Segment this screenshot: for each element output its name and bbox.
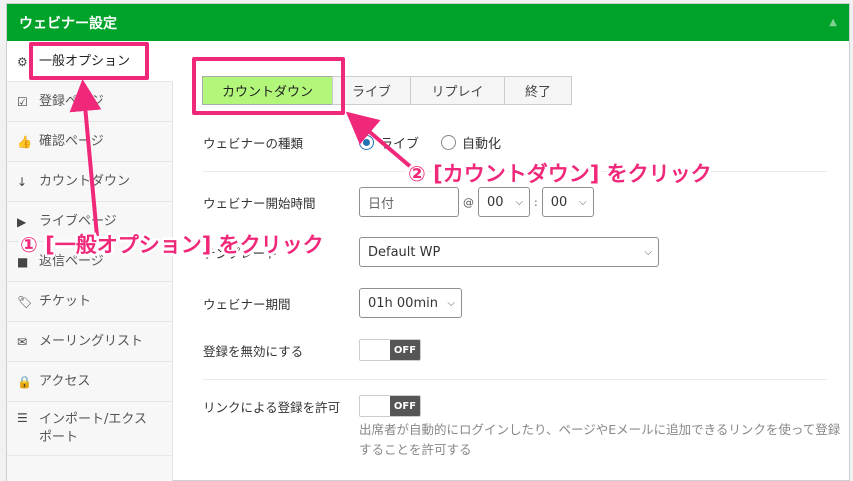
arrow-to-countdown-tab [345, 111, 414, 170]
callout-step1: ① [一般オプション] をクリック [20, 233, 324, 257]
callout-step2: ② [カウントダウン] をクリック [408, 162, 712, 186]
arrow-to-general-options [69, 79, 102, 237]
